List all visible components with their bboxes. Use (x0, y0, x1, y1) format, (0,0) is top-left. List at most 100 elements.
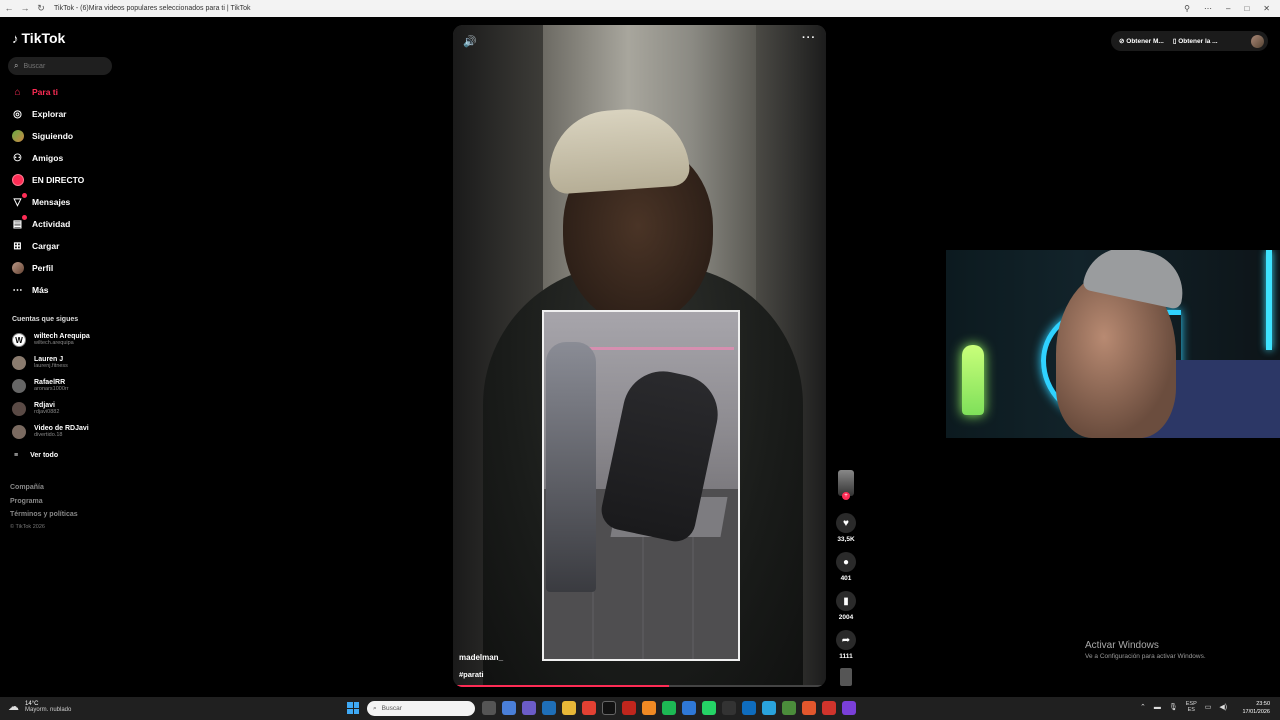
logo-text: TikTok (21, 30, 66, 46)
avatar (12, 379, 26, 393)
layout-code: ES (1187, 707, 1195, 713)
sidebar-item-siguiendo[interactable]: Siguiendo (11, 128, 73, 144)
webcam-overlay (946, 250, 1280, 438)
search-icon: ⌕ (373, 704, 377, 712)
teams-icon[interactable] (522, 701, 536, 715)
see-all-button[interactable]: ≡ Ver todo (14, 452, 58, 459)
reload-icon[interactable]: ↻ (36, 3, 46, 14)
spotify-icon[interactable] (662, 701, 676, 715)
windows-start-icon[interactable] (347, 702, 359, 714)
like-button[interactable]: ♥ 33,5K (833, 513, 859, 543)
sidebar-item-cargar[interactable]: ⊞ Cargar (11, 238, 59, 254)
comment-button[interactable]: ● 401 (833, 552, 859, 582)
brave-icon[interactable] (802, 701, 816, 715)
account-item[interactable]: Video de RDJavi divertido.18 (12, 425, 89, 439)
footer-link-company[interactable]: Compañía (10, 484, 44, 491)
mic-icon[interactable]: 🎙 (1169, 703, 1178, 711)
clock-time: 23:50 (1256, 701, 1270, 707)
get-coins-button[interactable]: ⊘ Obtener M... (1119, 37, 1164, 45)
user-avatar[interactable] (1251, 34, 1264, 48)
footer-link-program[interactable]: Programa (10, 498, 43, 505)
telegram-icon[interactable] (762, 701, 776, 715)
sidebar-item-para-ti[interactable]: ⌂ Para ti (11, 84, 58, 100)
save-button[interactable]: ▮ 2004 (833, 591, 859, 621)
compass-icon: ◎ (13, 108, 22, 120)
cloud-icon: ☁ (8, 701, 19, 713)
tray-app-icon[interactable]: ▬ (1154, 704, 1161, 711)
weather-widget[interactable]: ☁ 14°C Mayorm. nublado (8, 700, 71, 714)
language-indicator[interactable]: ESP ES (1186, 701, 1197, 713)
video-hashtag[interactable]: #parati (459, 670, 484, 679)
copyright: © TikTok 2026 (10, 524, 45, 530)
search-box[interactable]: ⌕ (8, 57, 112, 75)
forward-icon[interactable]: → (20, 3, 30, 14)
sidebar-item-explorar[interactable]: ◎ Explorar (11, 106, 67, 122)
sidebar-item-actividad[interactable]: ▤ Actividad (11, 214, 70, 232)
following-avatar-icon (11, 130, 24, 143)
sidebar: ♪ TikTok ⌕ ⌂ Para ti ◎ Explorar Siguiend… (0, 17, 122, 697)
video-author[interactable]: madelman_ (459, 653, 503, 662)
live-icon (11, 174, 24, 187)
tiktok-note-icon: ♪ (12, 30, 19, 46)
task-view-icon[interactable] (482, 701, 496, 715)
share-button[interactable]: ➦ 1111 (833, 630, 859, 660)
account-item[interactable]: Lauren Jlaurenj.fitness (12, 356, 68, 370)
account-name: Video de RDJavi (34, 425, 89, 432)
chrome-icon[interactable] (582, 701, 596, 715)
sidebar-item-perfil[interactable]: Perfil (11, 260, 53, 276)
inset-video (542, 310, 740, 661)
tray-chevron-icon[interactable]: ⌃ (1140, 703, 1146, 711)
account-item[interactable]: W wiltech Arequipa wiltech.arequipa (12, 333, 90, 347)
sidebar-item-label: Cargar (32, 241, 60, 251)
outlook-icon[interactable] (742, 701, 756, 715)
app-red2-icon[interactable] (822, 701, 836, 715)
close-icon[interactable]: ✕ (1263, 4, 1270, 13)
whatsapp-icon[interactable] (702, 701, 716, 715)
network-icon[interactable]: ▭ (1205, 703, 1212, 711)
window-controls: ⚲ ⋯ – □ ✕ (1184, 4, 1270, 13)
sidebar-item-label: EN DIRECTO (32, 175, 85, 185)
minimize-icon[interactable]: – (1226, 4, 1230, 13)
account-item[interactable]: RafaelRR aronars1000rr (12, 379, 69, 393)
taskbar-clock[interactable]: 23:50 17/01/2026 (1242, 700, 1270, 716)
maximize-icon[interactable]: □ (1244, 4, 1249, 13)
copilot-icon[interactable] (502, 701, 516, 715)
app-red-icon[interactable] (622, 701, 636, 715)
capcut-icon[interactable] (722, 701, 736, 715)
account-handle: laurenj.fitness (34, 363, 68, 369)
sidebar-item-label: Explorar (32, 109, 67, 119)
search-input[interactable] (23, 62, 104, 70)
avatar (12, 356, 26, 370)
video-progress-bar[interactable] (453, 685, 826, 687)
sidebar-item-amigos[interactable]: ⚇ Amigos (11, 150, 63, 166)
translate-icon[interactable]: ⚲ (1184, 4, 1190, 13)
video-player[interactable]: 🔊 ··· madelman_ #parati (453, 25, 826, 687)
discord-icon[interactable] (842, 701, 856, 715)
tiktok-logo[interactable]: ♪ TikTok (12, 30, 65, 46)
sidebar-item-mensajes[interactable]: ▽ Mensajes (11, 192, 70, 210)
edge-icon[interactable] (542, 701, 556, 715)
music-disc-icon[interactable] (840, 668, 852, 686)
file-explorer-icon[interactable] (562, 701, 576, 715)
footer-link-terms[interactable]: Términos y políticas (10, 511, 78, 518)
app-green-icon[interactable] (782, 701, 796, 715)
follow-plus-icon[interactable]: + (842, 492, 850, 500)
app-orange-icon[interactable] (642, 701, 656, 715)
sidebar-item-label: Siguiendo (32, 131, 74, 141)
menu-dots-icon[interactable]: ⋯ (1204, 4, 1212, 13)
taskbar-search[interactable]: ⌕ Buscar (367, 701, 475, 716)
sidebar-item-mas[interactable]: ⋯ Más (11, 282, 49, 298)
volume-icon[interactable]: 🔊 (463, 35, 477, 48)
volume-tray-icon[interactable]: ◀) (1219, 703, 1227, 711)
account-item[interactable]: Rdjavi rdjavi0882 (12, 402, 59, 416)
tiktok-app-icon[interactable] (602, 701, 616, 715)
back-icon[interactable]: ← (4, 3, 14, 14)
get-app-button[interactable]: ▯ Obtener la ... (1173, 37, 1218, 45)
taskbar-apps (482, 701, 856, 715)
more-options-icon[interactable]: ··· (802, 32, 816, 44)
comment-count: 401 (840, 575, 852, 582)
app-blue-icon[interactable] (682, 701, 696, 715)
browser-titlebar: ← → ↻ TikTok - (6)Mira videos populares … (0, 0, 1280, 17)
author-avatar[interactable]: + (838, 470, 854, 500)
sidebar-item-en-directo[interactable]: EN DIRECTO (11, 172, 84, 188)
